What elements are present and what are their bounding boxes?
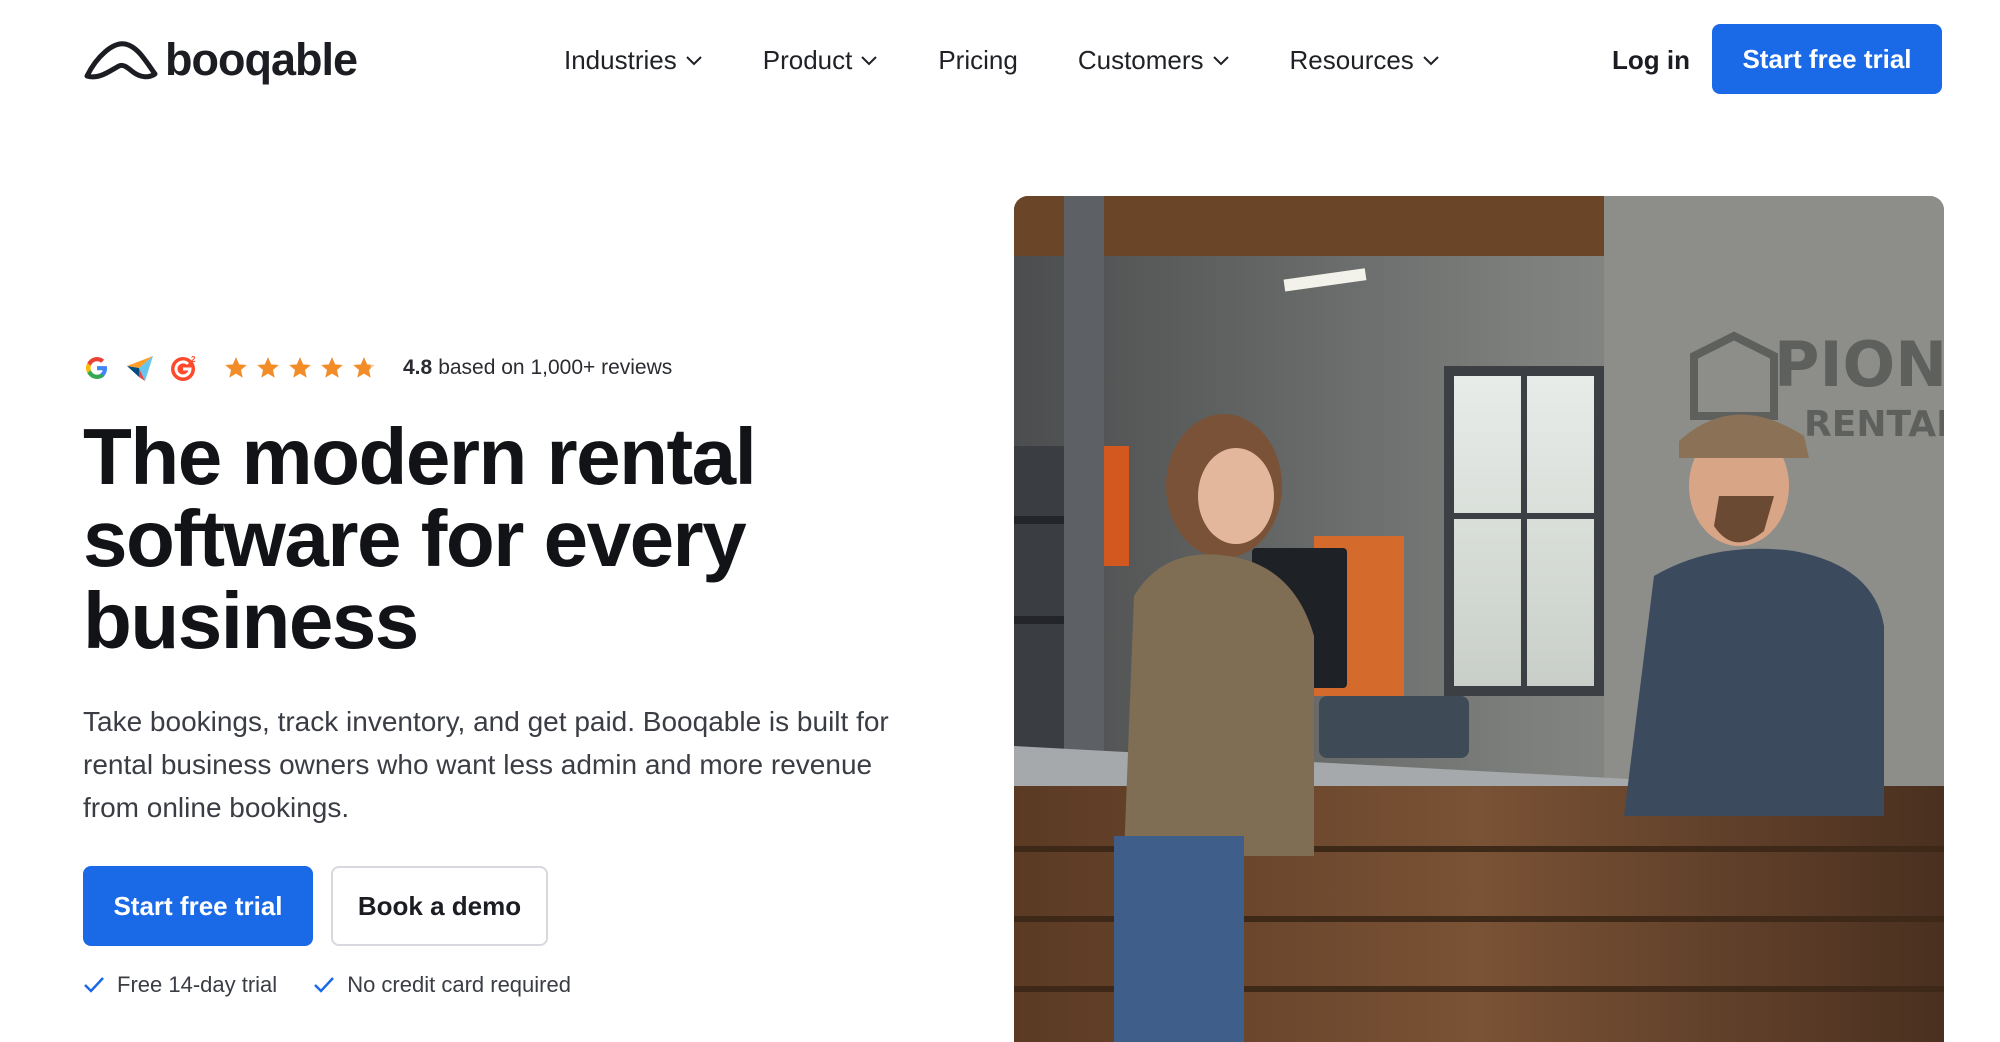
svg-text:2: 2 <box>191 355 196 364</box>
benefit-item: No credit card required <box>313 972 571 998</box>
rating-summary: 4.8 based on 1,000+ reviews <box>403 356 672 380</box>
subtext-line: Take bookings, track inventory, and get … <box>83 706 889 737</box>
sign-text-bottom: RENTALS <box>1804 404 1944 445</box>
nav-customers[interactable]: Customers <box>1078 38 1230 82</box>
chevron-down-icon <box>685 54 703 66</box>
sign-text-top: PIONEE <box>1774 328 1944 401</box>
google-icon <box>86 357 107 379</box>
start-trial-button-header[interactable]: Start free trial <box>1712 24 1942 94</box>
logo-text: booqable <box>165 34 358 85</box>
nav-resources[interactable]: Resources <box>1290 38 1440 82</box>
review-site-icons: 2 <box>83 353 199 383</box>
nav-pricing-label: Pricing <box>938 44 1018 75</box>
rating-score: 4.8 <box>403 356 433 379</box>
headline-line: business <box>83 576 419 665</box>
capterra-icon <box>127 356 153 381</box>
nav-customers-label: Customers <box>1077 44 1204 75</box>
star-rating <box>223 355 377 381</box>
benefit-item: Free 14-day trial <box>83 972 277 998</box>
hero-subtext: Take bookings, track inventory, and get … <box>83 700 973 829</box>
booqable-logo-icon <box>84 41 158 80</box>
nav-pricing[interactable]: Pricing <box>938 38 1017 82</box>
benefit-label: No credit card required <box>347 972 571 997</box>
hero-headline: The modern rental software for every bus… <box>83 416 983 662</box>
start-trial-button[interactable]: Start free trial <box>83 866 313 946</box>
rental-counter-illustration: PIONEE RENTALS <box>1014 196 1944 1042</box>
star-icon <box>257 357 279 378</box>
checkmark-icon <box>314 977 335 993</box>
login-link[interactable]: Log in <box>1612 40 1690 80</box>
chevron-down-icon <box>860 54 878 66</box>
star-icon <box>225 357 247 378</box>
nav-industries-label: Industries <box>564 44 677 75</box>
rating-bar: 2 4.8 based on 1,000+ reviews <box>83 350 672 386</box>
benefit-label: Free 14-day trial <box>117 972 278 997</box>
logo[interactable]: booqable <box>83 34 358 86</box>
headline-line: The modern rental <box>83 412 757 501</box>
book-demo-button[interactable]: Book a demo <box>331 866 548 946</box>
rating-review-count: based on 1,000+ reviews <box>438 356 673 379</box>
chevron-down-icon <box>1212 54 1230 66</box>
trial-benefits: Free 14-day trial No credit card require… <box>83 972 571 998</box>
headline-line: software for every <box>83 494 747 583</box>
main-nav: Industries Product Pricing Customers Res… <box>564 38 1500 82</box>
subtext-line: rental business owners who want less adm… <box>83 749 873 780</box>
chevron-down-icon <box>1422 54 1440 66</box>
g2-icon: 2 <box>171 355 196 381</box>
nav-resources-label: Resources <box>1289 44 1414 75</box>
star-partial-icon <box>353 357 375 378</box>
nav-product-label: Product <box>762 44 853 75</box>
nav-industries[interactable]: Industries <box>564 38 703 82</box>
star-icon <box>321 357 343 378</box>
site-header: booqable Industries Product Pricing Cust… <box>0 0 2000 120</box>
star-icon <box>289 357 311 378</box>
hero-photo: PIONEE RENTALS <box>1014 196 1944 1042</box>
subtext-line: from online bookings. <box>83 792 350 823</box>
checkmark-icon <box>84 977 104 993</box>
nav-product[interactable]: Product <box>763 38 879 82</box>
